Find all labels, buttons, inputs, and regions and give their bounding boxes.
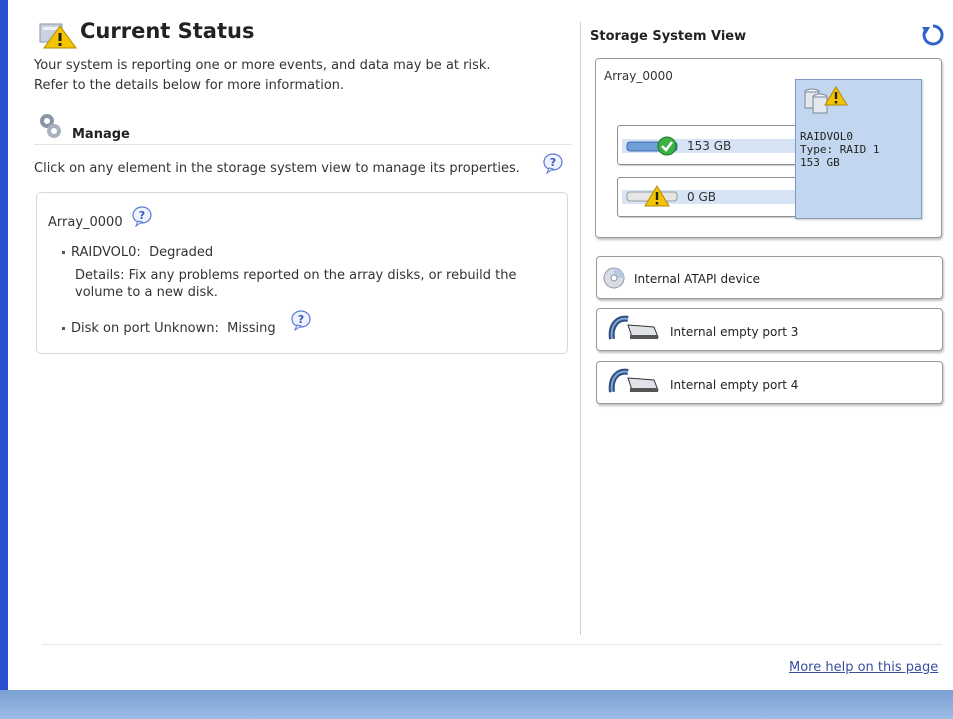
page-title: Current Status (80, 19, 255, 43)
cd-drive-icon (603, 267, 625, 289)
manage-description: Click on any element in the storage syst… (34, 161, 520, 176)
array-name: Array_0000 (48, 215, 123, 230)
bullet (62, 327, 65, 330)
volume-name: RAIDVOL0: (71, 245, 141, 260)
svg-text:?: ? (550, 156, 556, 169)
device-label: Internal ATAPI device (634, 272, 760, 286)
status-line-1: Your system is reporting one or more eve… (34, 58, 491, 73)
disk-ok-icon (626, 136, 678, 156)
disk-state: Missing (227, 321, 276, 336)
footer-divider (42, 644, 942, 645)
column-divider (580, 22, 581, 635)
device-label: Internal empty port 3 (670, 325, 799, 339)
storage-view-title: Storage System View (590, 29, 747, 44)
volume-name-label: RAIDVOL0 (800, 130, 853, 143)
volume-info: RAIDVOL0 Type: RAID 1 153 GB (800, 130, 879, 169)
warning-status-icon (39, 23, 77, 49)
details-line-2: volume to a new disk. (75, 285, 218, 300)
details-line-1: Details: Fix any problems reported on th… (75, 268, 517, 283)
device-label: Internal empty port 4 (670, 378, 799, 392)
volume-warning-icon (804, 86, 848, 114)
more-help-link[interactable]: More help on this page (789, 660, 938, 675)
volume-size-label: 153 GB (800, 156, 840, 169)
window-left-edge (0, 0, 8, 719)
volume-details: Details: Fix any problems reported on th… (75, 267, 517, 301)
disk-name: Disk on port Unknown: (71, 321, 219, 336)
disk-status-line: Disk on port Unknown: Missing (62, 321, 276, 336)
help-icon[interactable]: ? (131, 205, 153, 227)
help-icon[interactable]: ? (290, 309, 312, 331)
refresh-icon[interactable] (920, 22, 946, 48)
volume-status-line: RAIDVOL0: Degraded (62, 245, 213, 260)
disk-warning-icon (626, 185, 678, 207)
empty-port-icon (608, 368, 659, 393)
volume-type-label: Type: RAID 1 (800, 143, 880, 156)
manage-divider (34, 144, 572, 145)
bullet (62, 251, 65, 254)
empty-port-icon (608, 315, 659, 340)
svg-text:?: ? (298, 313, 304, 326)
help-icon[interactable]: ? (542, 152, 564, 174)
status-description: Your system is reporting one or more eve… (34, 56, 554, 96)
disk-size-label: 153 GB (687, 139, 732, 153)
volume-state: Degraded (149, 245, 214, 260)
bottom-bar (0, 690, 953, 719)
manage-title: Manage (72, 127, 130, 142)
manage-gear-icon (40, 114, 61, 138)
status-line-2: Refer to the details below for more info… (34, 78, 345, 93)
disk-size-label: 0 GB (687, 190, 716, 204)
svg-text:?: ? (139, 209, 145, 222)
storage-array-label: Array_0000 (604, 69, 673, 83)
